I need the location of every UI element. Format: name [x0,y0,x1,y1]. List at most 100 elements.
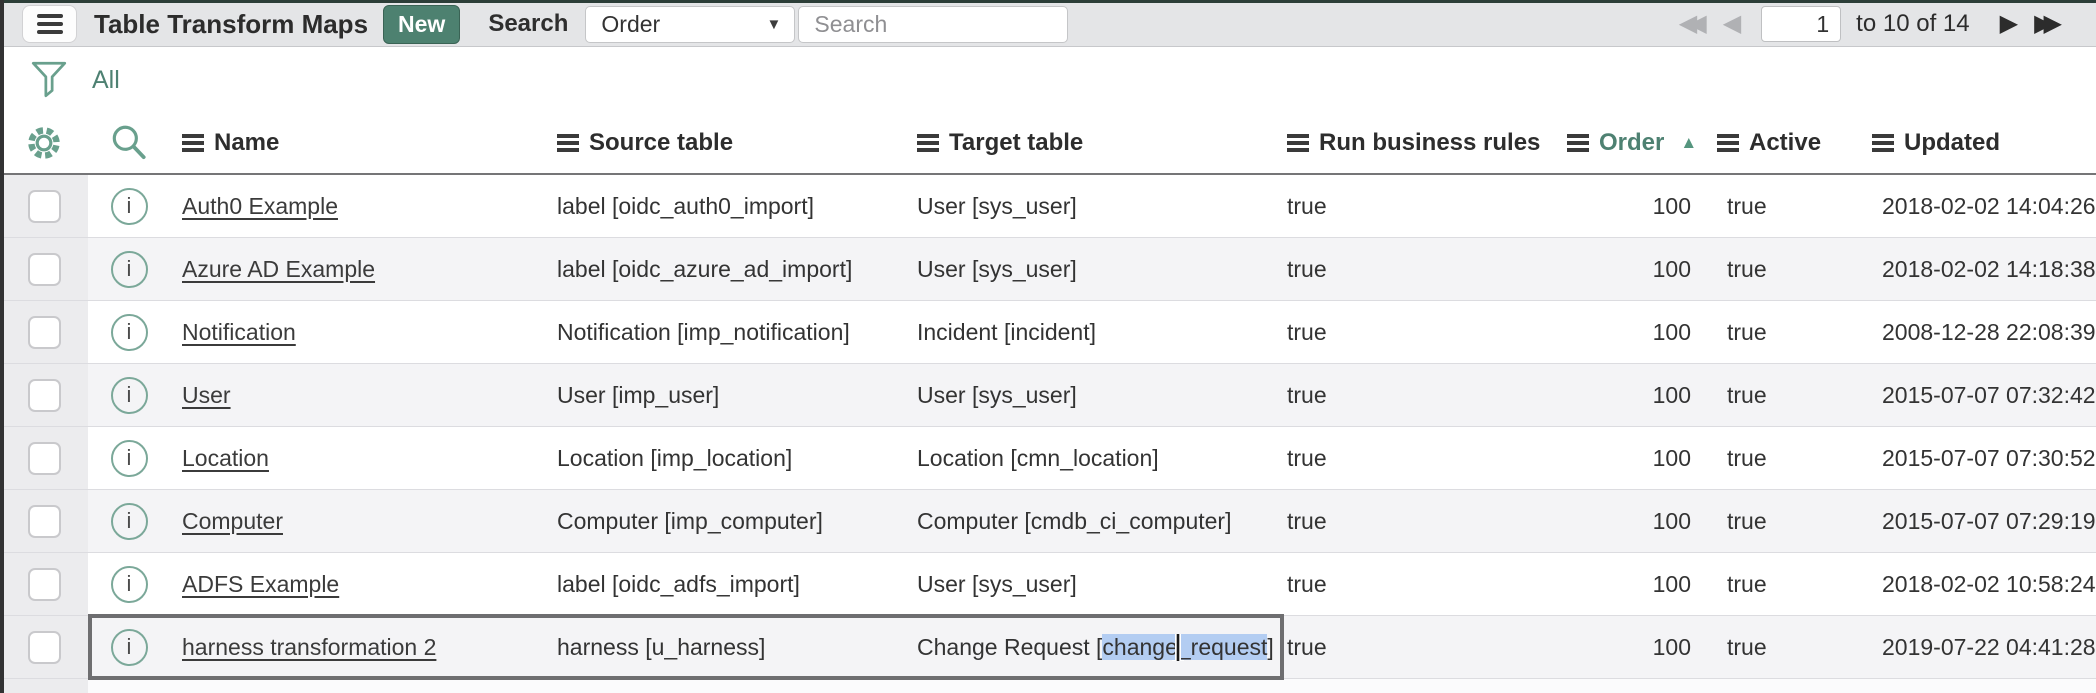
cell-name: User [170,382,545,409]
cell-order: 100 [1555,445,1705,472]
table-row: harness transformation 2 harness [u_harn… [0,616,2096,679]
row-checkbox[interactable] [28,316,61,349]
search-label: Search [488,10,568,38]
column-menu-icon[interactable] [557,134,579,152]
table-row: User User [imp_user] User [sys_user] tru… [0,364,2096,427]
row-name-link[interactable]: ADFS Example [182,571,339,597]
row-info-cell [88,616,170,678]
cell-name: Auth0 Example [170,193,545,220]
row-info-cell [88,238,170,300]
cell-source-table: Computer [imp_computer] [545,508,905,535]
row-name-link[interactable]: User [182,382,231,408]
cell-target-table: User [sys_user] [905,256,1275,283]
top-edge-divider [0,0,2096,3]
list-search-icon[interactable] [108,122,150,164]
column-header-source-table[interactable]: Source table [545,129,905,157]
selected-text[interactable]: change_request [1102,634,1267,660]
table-transform-maps-list: Table Transform Maps New Search Order ▼ … [0,0,2096,693]
column-header-updated[interactable]: Updated [1860,129,2096,157]
info-icon[interactable] [111,566,148,603]
info-icon[interactable] [111,629,148,666]
cell-active: true [1705,193,1860,220]
cell-updated: 2018-02-02 10:58:24 [1860,571,2096,598]
info-icon[interactable] [111,377,148,414]
row-checkbox[interactable] [28,568,61,601]
cell-source-table: label [oidc_auth0_import] [545,193,905,220]
column-header-order[interactable]: Order ▲ [1555,129,1705,157]
new-record-button[interactable]: New [383,5,460,44]
row-name-link[interactable]: Location [182,445,269,471]
current-row-input[interactable] [1761,6,1841,42]
search-field-select[interactable]: Order ▼ [585,6,795,43]
row-checkbox[interactable] [28,631,61,664]
cell-run-business-rules: true [1275,508,1555,535]
column-header-active[interactable]: Active [1705,129,1860,157]
filter-funnel-icon[interactable] [30,59,68,101]
row-name-link[interactable]: Notification [182,319,296,345]
cell-order: 100 [1555,634,1705,661]
row-info-cell [88,427,170,489]
row-name-link[interactable]: Auth0 Example [182,193,338,219]
info-icon[interactable] [111,503,148,540]
column-menu-icon[interactable] [1872,134,1894,152]
cell-name: Location [170,445,545,472]
row-name-link[interactable]: harness transformation 2 [182,634,436,660]
info-icon[interactable] [111,440,148,477]
row-select-cell [0,616,88,678]
row-checkbox[interactable] [28,253,61,286]
personalize-list-gear-icon[interactable] [23,122,65,164]
info-icon[interactable] [111,188,148,225]
last-page-button[interactable]: ▶▶ [2026,12,2070,36]
row-select-cell [0,490,88,552]
info-icon[interactable] [111,251,148,288]
cell-order: 100 [1555,319,1705,346]
cell-name: Computer [170,508,545,535]
row-checkbox[interactable] [28,442,61,475]
chevron-down-icon: ▼ [767,16,782,33]
column-menu-icon[interactable] [1717,134,1739,152]
cell-active: true [1705,571,1860,598]
row-select-cell [0,301,88,363]
info-icon[interactable] [111,314,148,351]
cell-active: true [1705,634,1860,661]
cell-name: Notification [170,319,545,346]
row-checkbox[interactable] [28,379,61,412]
cell-source-table: User [imp_user] [545,382,905,409]
text-cursor-ibeam [1168,634,1188,661]
cell-active: true [1705,382,1860,409]
cell-run-business-rules: true [1275,319,1555,346]
column-header-name[interactable]: Name [170,129,545,157]
search-input[interactable] [798,6,1068,43]
row-name-link[interactable]: Azure AD Example [182,256,375,282]
cell-active: true [1705,256,1860,283]
filter-all-breadcrumb[interactable]: All [92,66,120,95]
table-row: ADFS Example label [oidc_adfs_import] Us… [0,553,2096,616]
cell-active: true [1705,445,1860,472]
list-context-menu-button[interactable] [22,5,77,43]
table-header-row: Name Source table Target table Run busin… [0,113,2096,175]
cell-target-table: Computer [cmdb_ci_computer] [905,508,1275,535]
cell-order: 100 [1555,256,1705,283]
cell-updated: 2008-12-28 22:08:39 [1860,319,2096,346]
next-page-button[interactable]: ▶ [1992,12,2026,36]
column-header-run-business-rules[interactable]: Run business rules [1275,129,1555,157]
row-checkbox[interactable] [28,505,61,538]
row-checkbox[interactable] [28,190,61,223]
partial-next-row [0,679,2096,693]
table-row: Location Location [imp_location] Locatio… [0,427,2096,490]
cell-run-business-rules: true [1275,445,1555,472]
cell-order: 100 [1555,193,1705,220]
filter-breadcrumb-bar: All [0,47,2096,113]
first-page-button[interactable]: ◀◀ [1671,12,1715,36]
row-select-cell [0,364,88,426]
column-menu-icon[interactable] [917,134,939,152]
cell-order: 100 [1555,508,1705,535]
column-header-target-table[interactable]: Target table [905,129,1275,157]
row-name-link[interactable]: Computer [182,508,283,534]
cell-target-table: User [sys_user] [905,571,1275,598]
column-menu-icon[interactable] [1287,134,1309,152]
column-menu-icon[interactable] [1567,134,1589,152]
column-menu-icon[interactable] [182,134,204,152]
row-info-cell [88,490,170,552]
previous-page-button[interactable]: ◀ [1715,12,1749,36]
